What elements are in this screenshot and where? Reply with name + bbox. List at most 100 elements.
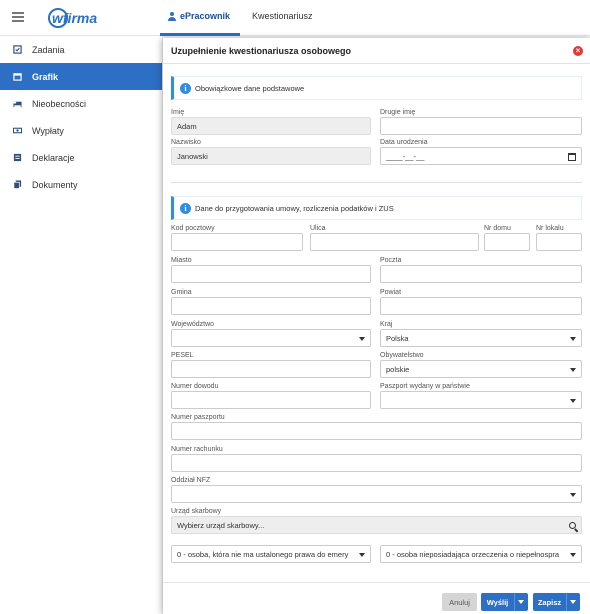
field-label: PESEL [171,352,194,359]
chevron-down-icon [570,399,576,403]
section-title: Obowiązkowe dane podstawowe [195,83,305,93]
sidebar-item-label: Wypłaty [32,125,64,136]
field-ulica: Ulica [310,224,479,251]
ulica-input[interactable] [310,233,479,251]
section-contract-info: i Dane do przygotowania umowy, rozliczen… [171,196,582,220]
niepelnosprawnosc-select[interactable]: 0 - osoba nieposiadająca orzeczenia o ni… [380,545,582,563]
money-icon [13,127,22,134]
save-dropdown-button[interactable] [566,593,580,611]
field-label: Nr domu [484,225,511,232]
checklist-icon [13,45,22,54]
miasto-input[interactable] [171,265,371,283]
field-label: Kraj [380,321,393,328]
active-tab-indicator [160,33,240,36]
close-icon[interactable]: × [573,46,583,56]
poczta-input[interactable] [380,265,582,283]
search-icon [568,521,576,529]
wojewodztwo-select[interactable] [171,329,371,347]
selected-value: Polska [386,333,409,343]
sidebar-menu: Zadania Grafik Nieobecności Wypłaty Dekl… [0,36,162,198]
field-label: Numer rachunku [171,446,223,453]
logo-text: wfirma [52,10,98,26]
pesel-input[interactable] [171,360,371,378]
sidebar-item-dokumenty[interactable]: Dokumenty [0,171,162,198]
field-label: Urząd skarbowy [171,508,222,515]
sidebar: Zadania Grafik Nieobecności Wypłaty Dekl… [0,0,162,614]
field-niepelnosprawnosc: 0 - osoba nieposiadająca orzeczenia o ni… [380,545,582,563]
field-label: Nazwisko [171,139,201,146]
date-placeholder: ____-__-__ [386,151,425,161]
documents-icon [13,180,22,189]
selected-value: polskie [386,364,410,374]
nazwisko-input[interactable]: Janowski [171,147,371,165]
field-label: Oddział NFZ [171,477,211,484]
app-logo[interactable]: wfirma [48,8,97,28]
sidebar-item-label: Grafik [32,71,59,82]
calendar-icon[interactable] [568,153,576,161]
cancel-button[interactable]: Anuluj [442,593,477,611]
numer-paszportu-input[interactable] [171,422,582,440]
field-paszport-panstwo: Paszport wydany w państwie [380,382,582,409]
section-title: Dane do przygotowania umowy, rozliczenia… [195,203,394,213]
info-icon: i [180,82,191,94]
sidebar-item-nieobecnosci[interactable]: Nieobecności [0,90,162,117]
field-label: Miasto [171,257,192,264]
gmina-input[interactable] [171,297,371,315]
field-label: Poczta [380,257,402,264]
field-label: Nr lokalu [536,225,564,232]
field-numer-paszportu: Numer paszportu [171,413,582,440]
numer-rachunku-input[interactable] [171,454,582,472]
field-label: Ulica [310,225,326,232]
send-dropdown-button[interactable] [514,593,528,611]
drugie-imie-input[interactable] [380,117,582,135]
tab-epracownik[interactable]: ePracownik [168,11,230,21]
sidebar-item-label: Zadania [32,44,65,55]
questionnaire-modal: Uzupełnienie kwestionariusza osobowego ×… [163,38,590,614]
sidebar-item-deklaracje[interactable]: Deklaracje [0,144,162,171]
field-label: Paszport wydany w państwie [380,383,470,390]
kod-pocztowy-input[interactable] [171,233,303,251]
chevron-down-icon [570,553,576,557]
field-label: Gmina [171,289,192,296]
field-oddzial-nfz: Oddział NFZ [171,476,582,503]
sidebar-item-label: Nieobecności [32,98,87,109]
prawo-emerytury-select[interactable]: 0 - osoba, która nie ma ustalonego prawa… [171,545,371,563]
nr-domu-input[interactable] [484,233,530,251]
chevron-down-icon [570,337,576,341]
sidebar-item-zadania[interactable]: Zadania [0,36,162,63]
field-label: Kod pocztowy [171,225,215,232]
field-poczta: Poczta [380,256,582,283]
numer-dowodu-input[interactable] [171,391,371,409]
field-label: Drugie imię [380,109,416,116]
field-data-urodzenia: Data urodzenia ____-__-__ [380,138,582,165]
field-imie: Imię Adam [171,108,371,135]
field-label: Obywatelstwo [380,352,424,359]
field-label: Powiat [380,289,402,296]
tab-label: Kwestionariusz [252,11,313,21]
search-button[interactable] [563,516,581,534]
menu-toggle-icon[interactable] [12,12,24,22]
field-numer-dowodu: Numer dowodu [171,382,371,409]
field-urzad-skarbowy: Urząd skarbowy Wybierz urząd skarbowy... [171,507,582,534]
save-button[interactable]: Zapisz [533,593,566,611]
sidebar-item-grafik[interactable]: Grafik [0,63,162,90]
oddzial-nfz-select[interactable] [171,485,582,503]
top-bar: wfirma ePracownik Kwestionariusz [0,0,590,36]
kraj-select[interactable]: Polska [380,329,582,347]
sidebar-item-wyplaty[interactable]: Wypłaty [0,117,162,144]
powiat-input[interactable] [380,297,582,315]
urzad-skarbowy-input[interactable]: Wybierz urząd skarbowy... [171,516,582,534]
imie-input[interactable]: Adam [171,117,371,135]
field-gmina: Gmina [171,288,371,315]
person-icon [168,11,176,21]
send-button[interactable]: Wyślij [481,593,514,611]
input-placeholder: Wybierz urząd skarbowy... [177,520,265,530]
paszport-panstwo-select[interactable] [380,391,582,409]
field-label: Numer dowodu [171,383,219,390]
nr-lokalu-input[interactable] [536,233,582,251]
modal-title: Uzupełnienie kwestionariusza osobowego [163,38,590,64]
section-basic-info: i Obowiązkowe dane podstawowe [171,76,582,100]
obywatelstwo-select[interactable]: polskie [380,360,582,378]
tab-kwestionariusz[interactable]: Kwestionariusz [252,11,313,21]
birth-date-input[interactable]: ____-__-__ [380,147,582,165]
